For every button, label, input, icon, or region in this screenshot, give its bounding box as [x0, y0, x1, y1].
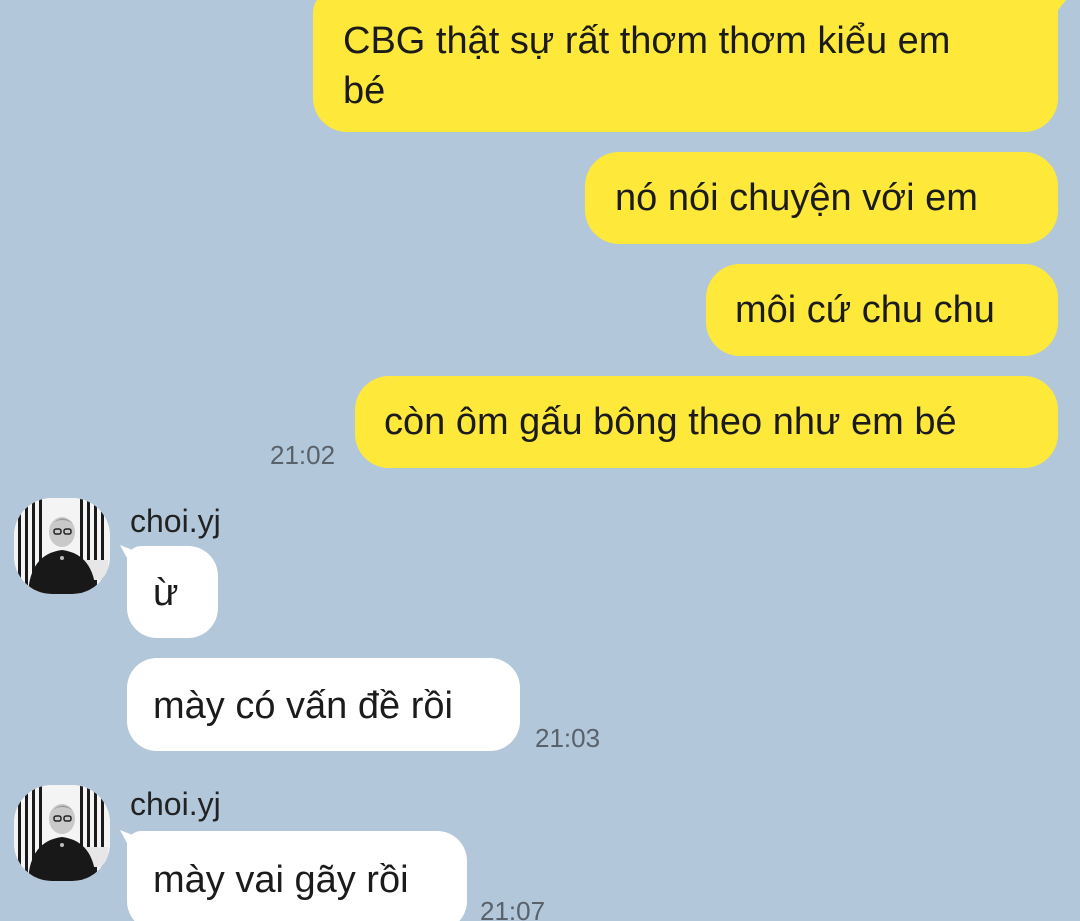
sender-name: choi.yj — [130, 503, 221, 539]
outgoing-message[interactable]: còn ôm gấu bông theo như em bé — [355, 376, 1058, 468]
message-text: còn ôm gấu bông theo như em bé — [384, 401, 957, 443]
message-timestamp: 21:03 — [535, 723, 601, 753]
bubble-tail-icon — [1040, 0, 1066, 18]
incoming-message[interactable]: mày có vấn đề rồi — [127, 658, 520, 751]
profile-photo-icon — [14, 785, 110, 881]
message-text: mày vai gãy rồi — [153, 859, 409, 901]
outgoing-message[interactable]: CBG thật sự rất thơm thơm kiểu em bé — [313, 0, 1058, 132]
incoming-message[interactable]: mày vai gãy rồi — [127, 831, 467, 921]
message-line: bé — [343, 70, 386, 112]
sender-name: choi.yj — [130, 786, 221, 822]
message-line: CBG thật sự rất thơm thơm kiểu em — [343, 20, 951, 62]
chat-screen: CBG thật sự rất thơm thơm kiểu em bé nó … — [0, 0, 1080, 921]
outgoing-message[interactable]: môi cứ chu chu — [706, 264, 1058, 356]
message-text: nó nói chuyện với em — [615, 177, 978, 219]
avatar[interactable] — [14, 785, 110, 881]
message-text: ừ — [153, 572, 179, 614]
message-text: môi cứ chu chu — [735, 289, 995, 331]
message-timestamp: 21:07 — [480, 896, 546, 921]
avatar[interactable] — [14, 498, 110, 594]
profile-photo-icon — [14, 498, 110, 594]
message-text: mày có vấn đề rồi — [153, 685, 453, 727]
message-timestamp: 21:02 — [270, 440, 336, 470]
incoming-message[interactable]: ừ — [127, 546, 218, 638]
outgoing-message[interactable]: nó nói chuyện với em — [585, 152, 1058, 244]
